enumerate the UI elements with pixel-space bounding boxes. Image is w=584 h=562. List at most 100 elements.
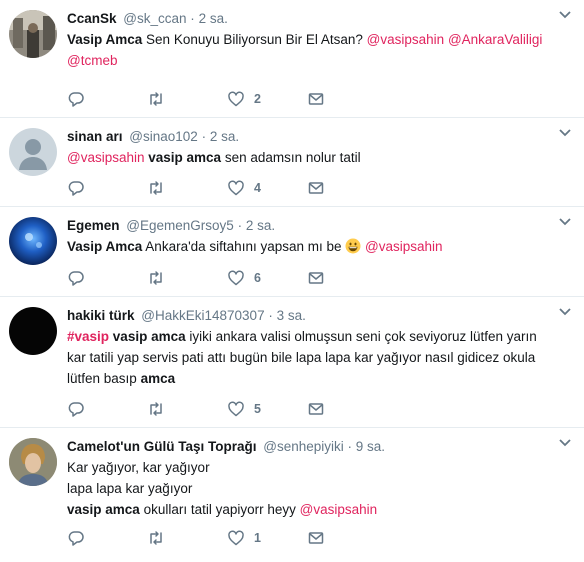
default-avatar-icon [9, 128, 57, 176]
display-name[interactable]: hakiki türk [67, 308, 135, 323]
like-count: 2 [254, 92, 261, 106]
user-handle[interactable]: @HakkEki14870307 [141, 308, 264, 323]
direct-message-button[interactable] [307, 178, 325, 198]
separator: · [201, 129, 207, 144]
mention-link[interactable]: @vasipsahin [300, 502, 378, 517]
avatar[interactable] [9, 128, 57, 176]
envelope-icon [308, 532, 324, 544]
tweet-text: Vasip Amca Ankara'da siftahını yapsan mı… [67, 236, 554, 257]
reply-button[interactable] [67, 528, 85, 548]
avatar[interactable] [9, 217, 57, 265]
envelope-icon [308, 403, 324, 415]
chevron-down-icon[interactable] [558, 10, 572, 20]
timestamp[interactable]: 2 sa. [199, 11, 228, 26]
text-span: sen adamsın nolur tatil [221, 150, 361, 165]
separator: · [268, 308, 273, 323]
reply-icon [68, 402, 84, 417]
like-button[interactable]: 2 [227, 89, 261, 109]
tweet[interactable]: hakiki türk @HakkEki14870307 · 3 sa. #va… [0, 297, 584, 428]
heart-icon [228, 530, 244, 546]
retweet-icon [150, 92, 162, 106]
like-button[interactable]: 4 [227, 178, 261, 198]
avatar[interactable] [9, 307, 57, 355]
avatar-photo-portrait [9, 438, 57, 486]
text-span: lapa lapa kar yağıyor [67, 481, 193, 496]
like-button[interactable]: 1 [227, 528, 261, 548]
chevron-down-icon[interactable] [558, 307, 572, 317]
bold-text: Vasip Amca [67, 32, 143, 47]
separator: · [237, 218, 243, 233]
timestamp[interactable]: 2 sa. [210, 129, 239, 144]
tweet-text: Kar yağıyor, kar yağıyor lapa lapa kar ya… [67, 457, 554, 520]
chevron-down-icon[interactable] [558, 438, 572, 448]
avatar-photo-black [9, 307, 57, 355]
tweet[interactable]: CcanSk @sk_ccan · 2 sa. Vasip Amca Sen K… [0, 0, 584, 118]
reply-button[interactable] [67, 178, 85, 198]
tweet-actions: 2 [67, 89, 367, 109]
retweet-button[interactable] [147, 399, 165, 419]
mention-link[interactable]: @vasipsahin [367, 32, 445, 47]
text-span: Sen Konuyu Biliyorsun Bir El Atsan? [142, 32, 367, 47]
display-name[interactable]: CcanSk [67, 11, 117, 26]
like-button[interactable]: 5 [227, 399, 261, 419]
user-handle[interactable]: @EgemenGrsoy5 [126, 218, 234, 233]
reply-button[interactable] [67, 268, 85, 288]
heart-icon [228, 401, 244, 417]
timestamp[interactable]: 3 sa. [277, 308, 306, 323]
heart-icon [228, 180, 244, 196]
reply-button[interactable] [67, 89, 85, 109]
mention-link[interactable]: @tcmeb [67, 53, 117, 68]
reply-icon [68, 531, 84, 546]
chevron-down-icon[interactable] [558, 128, 572, 138]
like-count: 5 [254, 402, 261, 416]
direct-message-button[interactable] [307, 399, 325, 419]
grinning-emoji [345, 238, 361, 254]
mention-link[interactable]: @vasipsahin [67, 150, 145, 165]
mention-link[interactable]: @vasipsahin [365, 239, 443, 254]
mention-link[interactable]: @AnkaraValiligi [448, 32, 543, 47]
tweet-text: @vasipsahin vasip amca sen adamsın nolur… [67, 147, 554, 168]
tweet-header: Egemen @EgemenGrsoy5 · 2 sa. [67, 217, 554, 235]
user-handle[interactable]: @sk_ccan [123, 11, 186, 26]
mention-link[interactable]: #vasip [67, 329, 109, 344]
tweet-text: Vasip Amca Sen Konuyu Biliyorsun Bir El … [67, 29, 554, 71]
bold-text: vasip amca [148, 150, 222, 165]
like-button[interactable]: 6 [227, 268, 261, 288]
like-count: 4 [254, 181, 261, 195]
bold-text: Vasip Amca [67, 239, 143, 254]
user-handle[interactable]: @sinao102 [129, 129, 198, 144]
retweet-button[interactable] [147, 89, 165, 109]
retweet-button[interactable] [147, 528, 165, 548]
display-name[interactable]: Egemen [67, 218, 120, 233]
direct-message-button[interactable] [307, 89, 325, 109]
retweet-icon [150, 402, 162, 416]
like-count: 1 [254, 531, 261, 545]
retweet-icon [150, 531, 162, 545]
avatar[interactable] [9, 438, 57, 486]
tweet-timeline: CcanSk @sk_ccan · 2 sa. Vasip Amca Sen K… [0, 0, 584, 562]
tweet[interactable]: Egemen @EgemenGrsoy5 · 2 sa. Vasip Amca … [0, 207, 584, 297]
reply-button[interactable] [67, 399, 85, 419]
tweet-header: Camelot'un Gülü Taşı Toprağı @senhepiyik… [67, 438, 554, 456]
chevron-down-icon[interactable] [558, 217, 572, 227]
heart-icon [228, 91, 244, 107]
tweet[interactable]: sinan arı @sinao102 · 2 sa. @vasipsahin … [0, 118, 584, 207]
display-name[interactable]: Camelot'un Gülü Taşı Toprağı [67, 439, 256, 454]
retweet-button[interactable] [147, 178, 165, 198]
direct-message-button[interactable] [307, 268, 325, 288]
display-name[interactable]: sinan arı [67, 129, 123, 144]
separator: · [347, 439, 353, 454]
avatar-photo-blue [9, 217, 57, 265]
text-span: Ankara'da siftahını yapsan mı be [142, 239, 346, 254]
timestamp[interactable]: 9 sa. [356, 439, 385, 454]
retweet-button[interactable] [147, 268, 165, 288]
direct-message-button[interactable] [307, 528, 325, 548]
tweet-header: hakiki türk @HakkEki14870307 · 3 sa. [67, 307, 554, 325]
user-handle[interactable]: @senhepiyiki [263, 439, 344, 454]
tweet[interactable]: Camelot'un Gülü Taşı Toprağı @senhepiyik… [0, 428, 584, 562]
tweet-actions: 5 [67, 399, 367, 419]
avatar[interactable] [9, 10, 57, 58]
timestamp[interactable]: 2 sa. [246, 218, 275, 233]
envelope-icon [308, 93, 324, 105]
reply-icon [68, 271, 84, 286]
